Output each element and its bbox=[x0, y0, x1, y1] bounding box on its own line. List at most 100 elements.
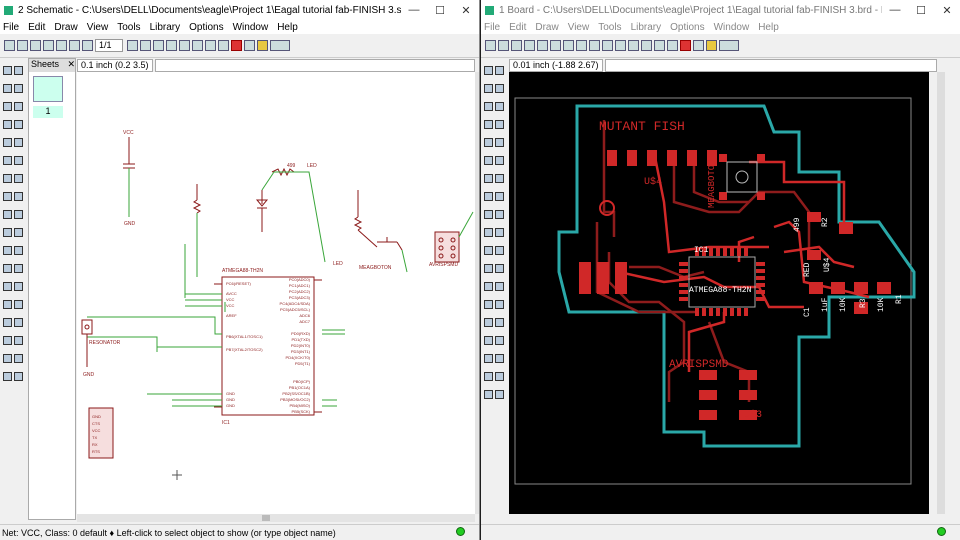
replace-icon[interactable] bbox=[14, 174, 23, 183]
board-delete-icon[interactable] bbox=[495, 156, 504, 165]
board-minimize-button[interactable]: — bbox=[882, 4, 908, 16]
board-zoom-out-icon[interactable] bbox=[602, 40, 613, 51]
junction-icon[interactable] bbox=[3, 336, 12, 345]
display-icon[interactable] bbox=[14, 84, 23, 93]
cut-icon[interactable] bbox=[14, 138, 23, 147]
board-menu-help[interactable]: Help bbox=[758, 22, 779, 33]
label-icon[interactable] bbox=[14, 336, 23, 345]
schematic-titlebar[interactable]: 2 Schematic - C:\Users\DELL\Documents\ea… bbox=[0, 0, 479, 20]
menu-help[interactable]: Help bbox=[277, 22, 298, 33]
erc-icon[interactable] bbox=[3, 372, 12, 381]
board-command-line-input[interactable] bbox=[604, 58, 937, 72]
board-arc-icon[interactable] bbox=[495, 300, 504, 309]
board-info-icon[interactable] bbox=[484, 66, 493, 75]
board-menu-options[interactable]: Options bbox=[670, 22, 704, 33]
board-ratsnest-icon[interactable] bbox=[484, 372, 493, 381]
stop-icon[interactable] bbox=[231, 40, 242, 51]
mark-icon[interactable] bbox=[3, 102, 12, 111]
sheet-thumbnail[interactable] bbox=[33, 76, 63, 102]
board-paste-icon[interactable] bbox=[484, 156, 493, 165]
dimension-icon[interactable] bbox=[14, 354, 23, 363]
redo-icon[interactable] bbox=[218, 40, 229, 51]
board-rotate-icon[interactable] bbox=[495, 120, 504, 129]
sheet-number[interactable]: 1 bbox=[33, 106, 63, 118]
name-icon[interactable] bbox=[3, 192, 12, 201]
board-copy-icon[interactable] bbox=[495, 102, 504, 111]
errors-icon[interactable] bbox=[14, 372, 23, 381]
board-value-icon[interactable] bbox=[484, 210, 493, 219]
board-help-icon[interactable] bbox=[706, 40, 717, 51]
board-maximize-button[interactable]: ☐ bbox=[908, 4, 934, 17]
board-mirror-icon[interactable] bbox=[484, 138, 493, 147]
board-zoom-in-icon[interactable] bbox=[589, 40, 600, 51]
board-menu-draw[interactable]: Draw bbox=[535, 22, 558, 33]
board-mark-icon[interactable] bbox=[484, 102, 493, 111]
board-errors-icon[interactable] bbox=[495, 390, 504, 399]
menu-edit[interactable]: Edit bbox=[28, 22, 45, 33]
board-menu-tools[interactable]: Tools bbox=[598, 22, 621, 33]
board-wire-icon[interactable] bbox=[484, 282, 493, 291]
zoom-in-icon[interactable] bbox=[140, 40, 151, 51]
board-zoom-select-icon[interactable] bbox=[628, 40, 639, 51]
board-stop-icon[interactable] bbox=[680, 40, 691, 51]
zoom-last-icon[interactable] bbox=[192, 40, 203, 51]
paste-icon[interactable] bbox=[3, 156, 12, 165]
board-display-icon[interactable] bbox=[495, 84, 504, 93]
board-ripup-icon[interactable] bbox=[495, 264, 504, 273]
close-button[interactable]: ✕ bbox=[453, 4, 479, 17]
board-text-icon[interactable] bbox=[495, 282, 504, 291]
delete-icon[interactable] bbox=[14, 156, 23, 165]
board-drc-icon[interactable] bbox=[484, 390, 493, 399]
circle-icon[interactable] bbox=[3, 282, 12, 291]
mirror-icon[interactable] bbox=[3, 138, 12, 147]
bus-icon[interactable] bbox=[3, 318, 12, 327]
save-icon[interactable] bbox=[17, 40, 28, 51]
menu-library[interactable]: Library bbox=[150, 22, 181, 33]
board-menu-library[interactable]: Library bbox=[631, 22, 662, 33]
board-attribute-icon[interactable] bbox=[495, 354, 504, 363]
miter-icon[interactable] bbox=[14, 210, 23, 219]
board-zoom-last-icon[interactable] bbox=[641, 40, 652, 51]
invoke-icon[interactable] bbox=[14, 228, 23, 237]
menu-tools[interactable]: Tools bbox=[117, 22, 140, 33]
board-save-icon[interactable] bbox=[498, 40, 509, 51]
go-icon[interactable] bbox=[244, 40, 255, 51]
board-hole-icon[interactable] bbox=[484, 354, 493, 363]
board-show-icon[interactable] bbox=[495, 66, 504, 75]
board-add-icon[interactable] bbox=[484, 174, 493, 183]
zoom-redraw-icon[interactable] bbox=[166, 40, 177, 51]
board-miter-icon[interactable] bbox=[484, 228, 493, 237]
split-icon[interactable] bbox=[3, 228, 12, 237]
board-vertical-scrollbar[interactable] bbox=[937, 72, 945, 514]
show-icon[interactable] bbox=[14, 66, 23, 75]
polygon-icon[interactable] bbox=[14, 300, 23, 309]
board-cut-icon[interactable] bbox=[495, 138, 504, 147]
board-replace-icon[interactable] bbox=[495, 174, 504, 183]
board-menu-edit[interactable]: Edit bbox=[509, 22, 526, 33]
board-zoom-redraw-icon[interactable] bbox=[615, 40, 626, 51]
value-icon[interactable] bbox=[14, 192, 23, 201]
arc-icon[interactable] bbox=[14, 282, 23, 291]
board-print-icon[interactable] bbox=[511, 40, 522, 51]
board-split-icon[interactable] bbox=[495, 228, 504, 237]
command-line-input[interactable] bbox=[154, 58, 475, 72]
cam-icon[interactable] bbox=[43, 40, 54, 51]
board-menu-file[interactable]: File bbox=[484, 22, 500, 33]
board-undo-icon[interactable] bbox=[654, 40, 665, 51]
schematic-horizontal-scrollbar[interactable] bbox=[77, 514, 475, 522]
help-icon[interactable] bbox=[257, 40, 268, 51]
board-rect-icon[interactable] bbox=[484, 318, 493, 327]
menu-view[interactable]: View bbox=[87, 22, 109, 33]
rect-icon[interactable] bbox=[3, 300, 12, 309]
board-name-icon[interactable] bbox=[495, 192, 504, 201]
scroll-thumb[interactable] bbox=[262, 515, 270, 521]
board-zoom-fit-icon[interactable] bbox=[576, 40, 587, 51]
board-signal-icon[interactable] bbox=[495, 336, 504, 345]
board-design-link-icon[interactable] bbox=[719, 40, 739, 51]
copy-icon[interactable] bbox=[14, 102, 23, 111]
board-go-icon[interactable] bbox=[693, 40, 704, 51]
close-panel-icon[interactable]: ✕ bbox=[67, 59, 75, 72]
text-icon[interactable] bbox=[14, 264, 23, 273]
info-icon[interactable] bbox=[3, 66, 12, 75]
move-icon[interactable] bbox=[3, 84, 12, 93]
